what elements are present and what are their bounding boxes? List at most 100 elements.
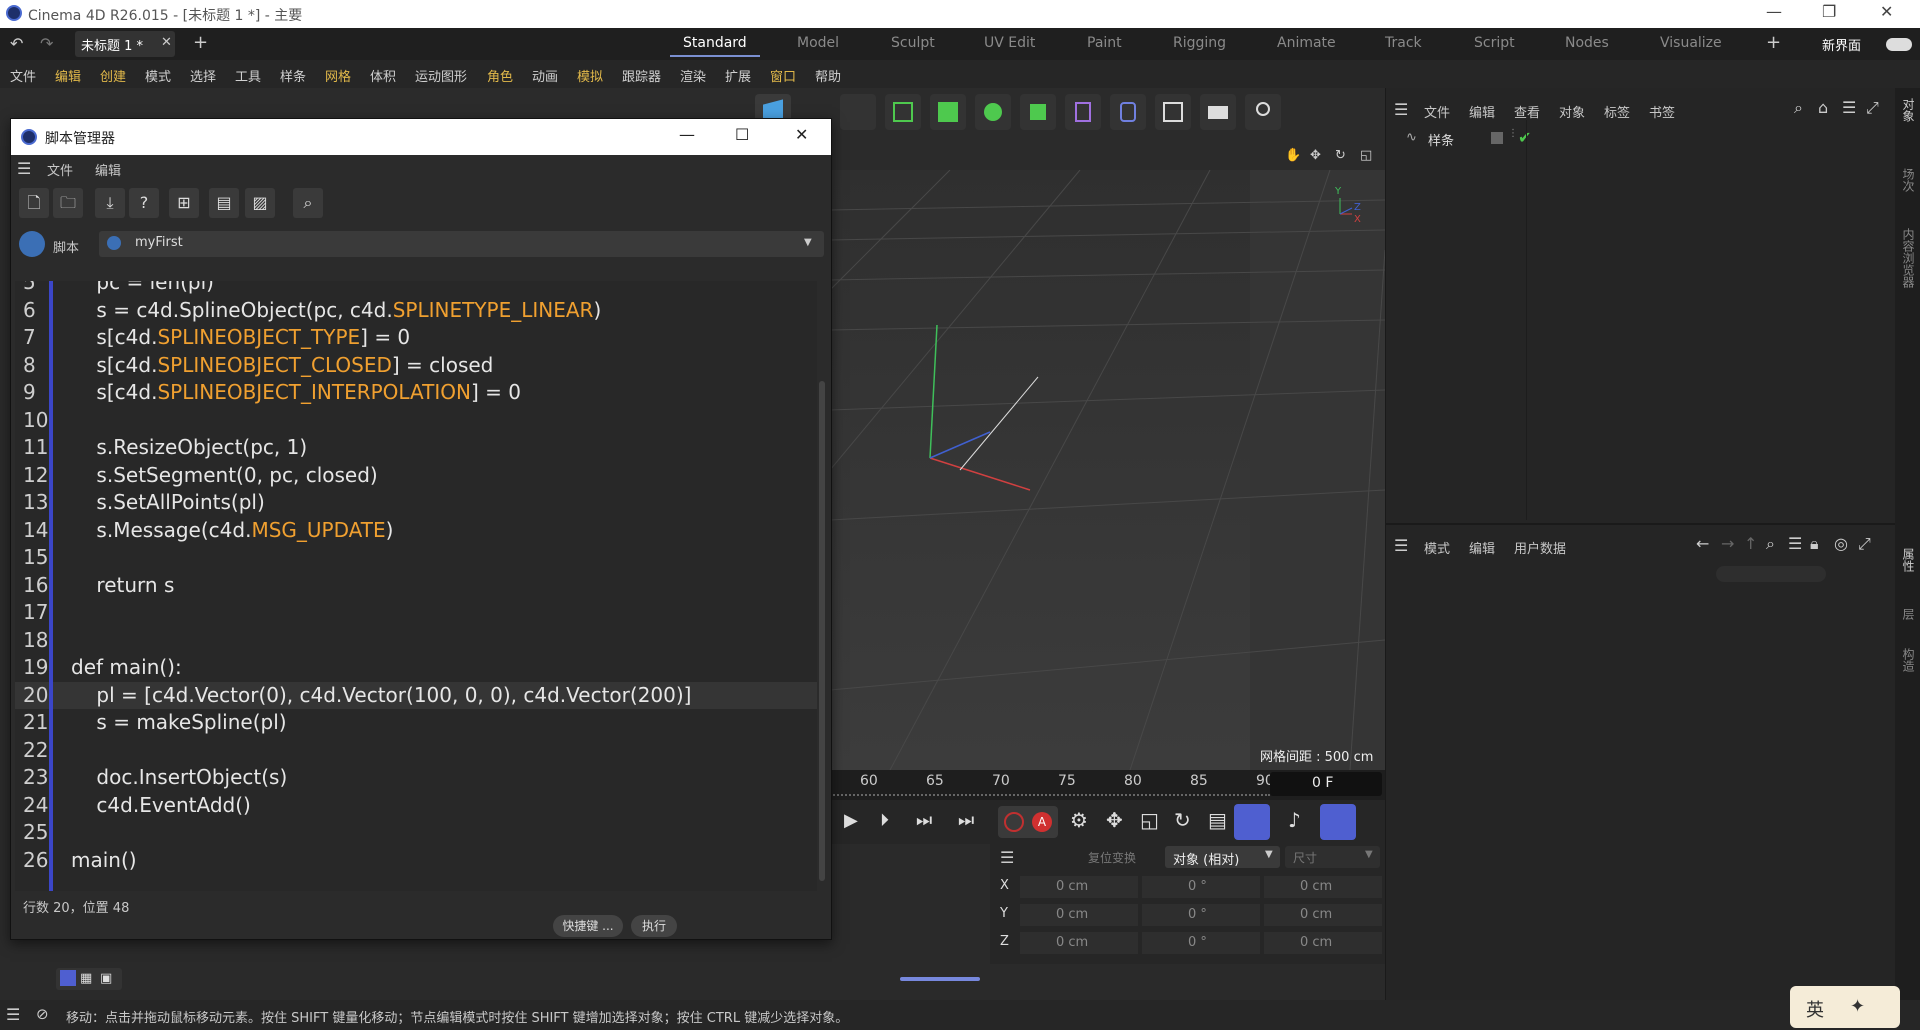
- code-line[interactable]: 26 main(): [15, 847, 817, 874]
- script-manager-titlebar[interactable]: 脚本管理器 — ☐ ✕: [11, 119, 831, 155]
- duplicate-icon[interactable]: ⊞: [169, 188, 199, 218]
- menu-spline[interactable]: 样条: [280, 66, 306, 85]
- expand-icon[interactable]: ⤢: [1866, 98, 1879, 118]
- status-menu-icon[interactable]: ☰: [6, 1005, 20, 1024]
- grid-view-icon[interactable]: [1155, 94, 1191, 130]
- add-layout-icon[interactable]: +: [1766, 32, 1781, 53]
- menu-create[interactable]: 创建: [100, 66, 126, 85]
- ime-settings-icon[interactable]: ✦: [1850, 996, 1865, 1017]
- position-field[interactable]: 0 cm: [1020, 876, 1138, 898]
- redo-icon[interactable]: ↷: [40, 34, 53, 53]
- visibility-dots-icon[interactable]: ⋮: [1508, 128, 1518, 139]
- code-line[interactable]: 13 s.SetAllPoints(pl): [15, 489, 817, 516]
- code-line[interactable]: 17: [15, 599, 817, 626]
- code-editor[interactable]: 5 pc = len(pl) 6 s = c4d.SplineObject(pc,…: [15, 281, 817, 891]
- home-icon[interactable]: ⌂: [1818, 98, 1828, 117]
- move-view-icon[interactable]: ✥: [1310, 148, 1321, 163]
- hamburger-icon[interactable]: ☰: [17, 159, 31, 178]
- objects-menu-view[interactable]: 查看: [1514, 102, 1540, 121]
- sm-menu-file[interactable]: 文件: [47, 160, 73, 179]
- layout-tab-track[interactable]: Track: [1385, 35, 1422, 51]
- zoom-slider[interactable]: [900, 977, 980, 981]
- target-icon[interactable]: ◎: [1834, 534, 1848, 553]
- position-field[interactable]: 0 cm: [1020, 904, 1138, 926]
- field-icon[interactable]: [1110, 94, 1146, 130]
- menu-render[interactable]: 渲染: [680, 66, 706, 85]
- spline-pen-icon[interactable]: [840, 94, 876, 130]
- objects-menu-tags[interactable]: 标签: [1604, 102, 1630, 121]
- objects-menu-file[interactable]: 文件: [1424, 102, 1450, 121]
- code-line[interactable]: 23 doc.InsertObject(s): [15, 764, 817, 791]
- code-line[interactable]: 20 pl = [c4d.Vector(0), c4d.Vector(100, …: [15, 681, 817, 709]
- layer-icon[interactable]: [1491, 132, 1503, 144]
- lock-icon[interactable]: 🔒︎: [1810, 534, 1819, 554]
- size-field[interactable]: 0 cm: [1264, 904, 1382, 926]
- size-mode-select[interactable]: 尺寸 ▼: [1285, 846, 1380, 868]
- key-param-icon[interactable]: ▤: [1208, 808, 1227, 832]
- new-interface-toggle[interactable]: [1886, 38, 1912, 51]
- size-field[interactable]: 0 cm: [1264, 876, 1382, 898]
- sound-icon[interactable]: ♪: [1288, 808, 1301, 832]
- generator-cube-icon[interactable]: [930, 94, 966, 130]
- layout-tab-standard[interactable]: Standard: [683, 35, 747, 51]
- side-tab-objects[interactable]: 对象: [1900, 98, 1917, 122]
- code-line[interactable]: 25: [15, 819, 817, 846]
- next-key-icon[interactable]: ⏭: [916, 810, 932, 831]
- code-line[interactable]: 24 c4d.EventAdd(): [15, 792, 817, 819]
- code-line[interactable]: 18: [15, 627, 817, 654]
- next-frame-icon[interactable]: ⏵: [880, 810, 889, 831]
- forward-arrow-icon[interactable]: →: [1721, 534, 1734, 553]
- attributes-menu-userdata[interactable]: 用户数据: [1514, 538, 1566, 557]
- rotation-field[interactable]: 0 °: [1142, 904, 1260, 926]
- single-view-icon[interactable]: ▣: [100, 971, 112, 986]
- minimize-icon[interactable]: —: [679, 125, 695, 144]
- menu-character[interactable]: 角色: [487, 66, 513, 85]
- cloner-icon[interactable]: [975, 94, 1011, 130]
- side-tab-attributes[interactable]: 属性: [1900, 548, 1917, 572]
- menu-edit[interactable]: 编辑: [55, 66, 81, 85]
- add-tab-icon[interactable]: +: [193, 32, 208, 53]
- layout-tab-rigging[interactable]: Rigging: [1173, 35, 1226, 51]
- menu-animation[interactable]: 动画: [532, 66, 558, 85]
- menu-mesh[interactable]: 网格: [325, 66, 351, 85]
- objects-menu-edit[interactable]: 编辑: [1469, 102, 1495, 121]
- code-line[interactable]: 8 s[c4d.SPLINEOBJECT_CLOSED] = closed: [15, 352, 817, 379]
- layer-view-toggle[interactable]: ▦ ▣: [56, 968, 122, 990]
- attributes-menu-icon[interactable]: ☰: [1394, 536, 1408, 555]
- menu-select[interactable]: 选择: [190, 66, 216, 85]
- timeline-ruler[interactable]: 60 65 70 75 80 85 90 0 F: [830, 770, 1385, 800]
- side-tab-content-browser[interactable]: 内容浏览器: [1900, 228, 1917, 288]
- menu-tools[interactable]: 工具: [235, 66, 261, 85]
- play-icon[interactable]: ▶: [844, 810, 858, 831]
- menu-window[interactable]: 窗口: [770, 66, 796, 85]
- menu-extensions[interactable]: 扩展: [725, 66, 751, 85]
- restore-icon[interactable]: ❐: [1822, 2, 1836, 21]
- code-line[interactable]: 11 s.ResizeObject(pc, 1): [15, 434, 817, 461]
- size-field[interactable]: 0 cm: [1264, 932, 1382, 954]
- layout-tab-animate[interactable]: Animate: [1277, 35, 1336, 51]
- layout-tab-uv-edit[interactable]: UV Edit: [984, 35, 1035, 51]
- script-select[interactable]: myFirst ▼: [99, 231, 824, 257]
- go-to-end-icon[interactable]: ⏭: [958, 810, 974, 831]
- open-folder-icon[interactable]: 🗀: [53, 188, 83, 218]
- menu-simulate[interactable]: 模拟: [577, 66, 603, 85]
- maximize-icon[interactable]: ☐: [735, 125, 749, 144]
- position-field[interactable]: 0 cm: [1020, 932, 1138, 954]
- import-icon[interactable]: ⤓: [95, 188, 125, 218]
- code-line[interactable]: 16 return s: [15, 572, 817, 599]
- code-line[interactable]: 12 s.SetSegment(0, pc, closed): [15, 462, 817, 489]
- filter-icon[interactable]: ☰: [1788, 534, 1802, 553]
- objects-menu-object[interactable]: 对象: [1559, 102, 1585, 121]
- attributes-search-field[interactable]: [1716, 566, 1826, 582]
- side-tab-layers[interactable]: 层: [1900, 608, 1917, 620]
- shortcut-button[interactable]: 快捷键 ...: [553, 915, 623, 937]
- light-icon[interactable]: [1245, 94, 1281, 130]
- side-tab-takes[interactable]: 场次: [1900, 168, 1917, 192]
- expand-icon[interactable]: ⤢: [1858, 534, 1871, 554]
- search-icon[interactable]: ⌕: [1766, 534, 1775, 554]
- code-line[interactable]: 21 s = makeSpline(pl): [15, 709, 817, 736]
- key-position-icon[interactable]: ✥: [1106, 808, 1123, 832]
- back-arrow-icon[interactable]: ←: [1696, 534, 1709, 553]
- execute-button[interactable]: 执行: [631, 915, 677, 937]
- list-view-icon[interactable]: [60, 970, 76, 986]
